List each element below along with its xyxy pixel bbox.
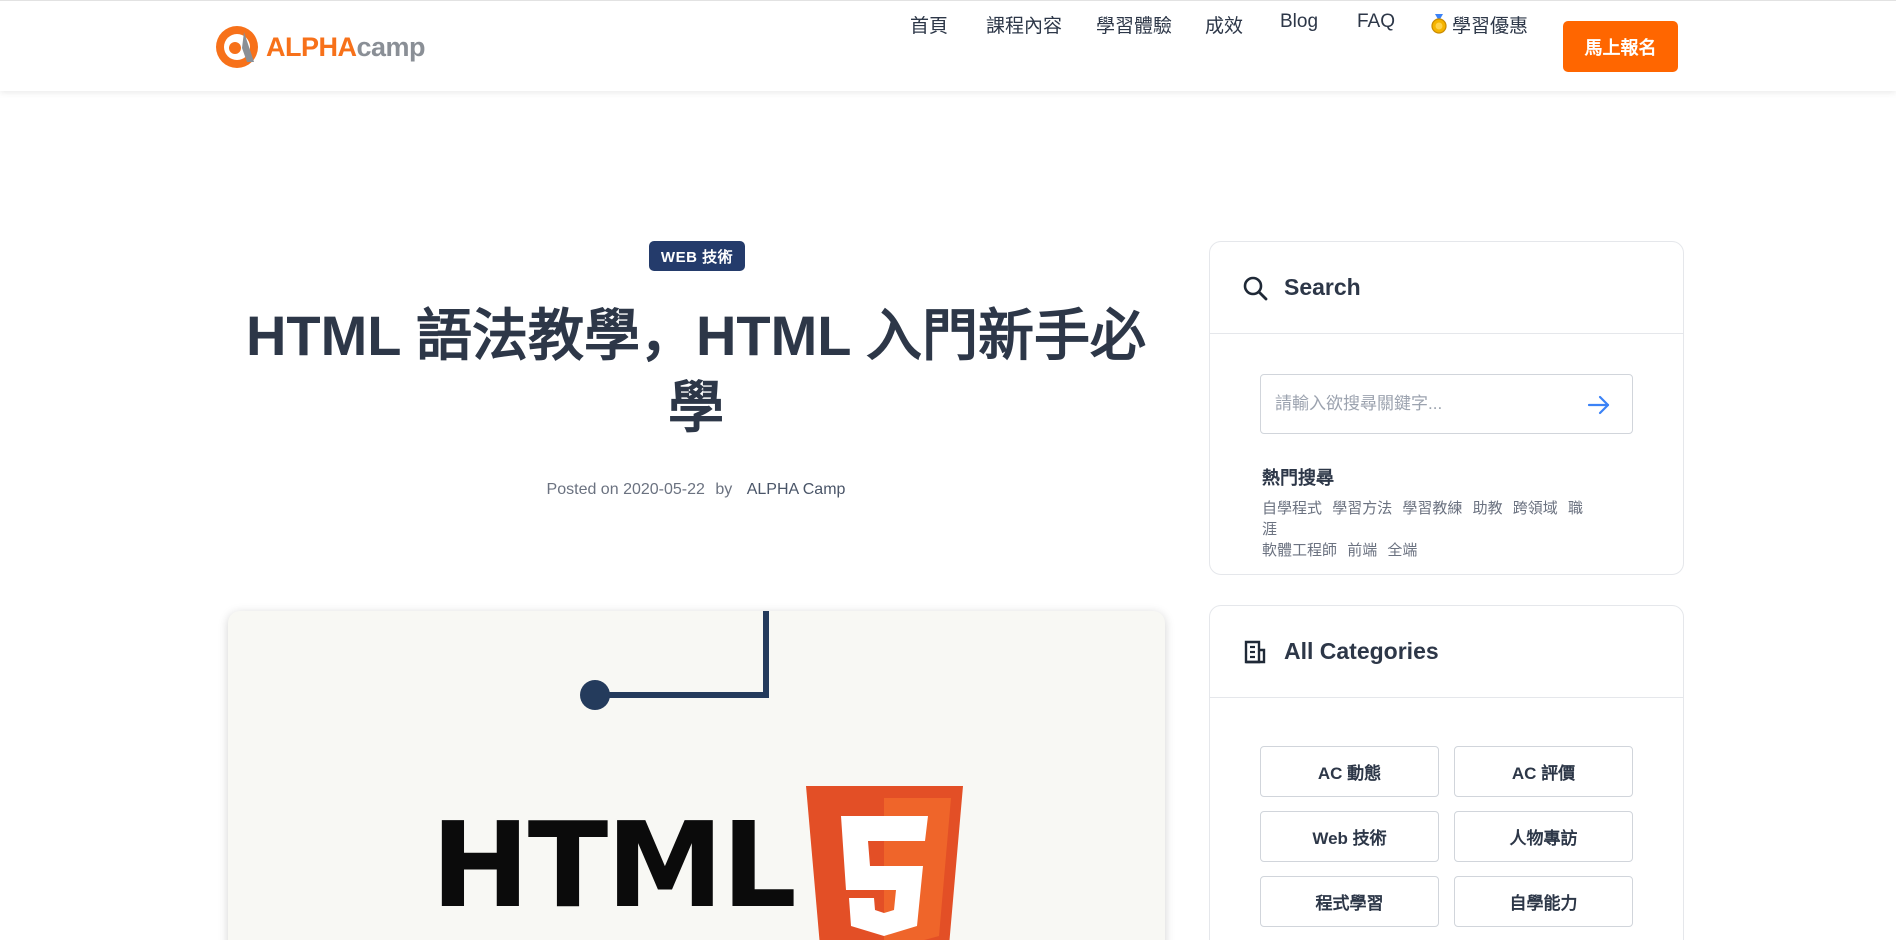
document-list-icon — [1244, 640, 1266, 663]
categories-card-header: All Categories — [1210, 606, 1683, 698]
logo-text: ALPHAcamp — [266, 31, 426, 62]
medal-icon — [1430, 14, 1448, 40]
hot-tag[interactable]: 自學程式 — [1262, 500, 1322, 517]
category-ac-news[interactable]: AC 動態 — [1260, 746, 1439, 797]
hot-tag[interactable]: 全端 — [1387, 542, 1417, 559]
search-icon — [1243, 276, 1268, 300]
category-ac-reviews[interactable]: AC 評價 — [1454, 746, 1633, 797]
categories-title: All Categories — [1284, 638, 1439, 664]
category-badge[interactable]: WEB 技術 — [649, 241, 745, 271]
logo-mark-icon — [214, 24, 260, 70]
post-date: 2020-05-22 — [623, 481, 705, 498]
nav-faq[interactable]: FAQ — [1357, 11, 1395, 33]
site-header: ALPHAcamp 首頁 課程內容 學習體驗 成效 Blog FAQ 學習優惠 … — [0, 0, 1896, 91]
post-meta: Posted on 2020-05-22 by ALPHA Camp — [440, 481, 952, 499]
categories-card: All Categories AC 動態 AC 評價 Web 技術 人物專訪 程… — [1209, 605, 1684, 940]
search-card: Search 熱門搜尋 自學程式 學習方法 學習教練 助教 跨領域 職涯 軟體工… — [1209, 241, 1684, 575]
hot-tag[interactable]: 助教 — [1473, 500, 1503, 517]
nav-home[interactable]: 首頁 — [910, 11, 948, 38]
search-field[interactable] — [1260, 374, 1633, 434]
article-title: HTML 語法教學，HTML 入門新手必學 — [245, 304, 1147, 439]
signup-button[interactable]: 馬上報名 — [1563, 21, 1678, 72]
html5-shield-icon — [806, 786, 963, 940]
hot-search-tags: 自學程式 學習方法 學習教練 助教 跨領域 職涯 軟體工程師 前端 全端 — [1262, 498, 1602, 561]
category-programming[interactable]: 程式學習 — [1260, 876, 1439, 927]
featured-image: HTML — [228, 611, 1165, 940]
hot-tag[interactable]: 前端 — [1347, 542, 1377, 559]
alphacamp-logo[interactable]: ALPHAcamp — [214, 24, 426, 70]
posted-prefix: Posted on — [546, 481, 619, 498]
category-interviews[interactable]: 人物專訪 — [1454, 811, 1633, 862]
nav-discount[interactable]: 學習優惠 — [1430, 11, 1528, 40]
by-label: by — [715, 481, 733, 498]
search-input[interactable] — [1275, 394, 1575, 414]
nav-experience[interactable]: 學習體驗 — [1096, 11, 1172, 38]
hot-search-title: 熱門搜尋 — [1262, 468, 1334, 488]
category-self-learning[interactable]: 自學能力 — [1454, 876, 1633, 927]
search-title: Search — [1284, 274, 1361, 300]
hot-tag[interactable]: 軟體工程師 — [1262, 542, 1337, 559]
hot-tag[interactable]: 跨領域 — [1513, 500, 1558, 517]
nav-discount-label: 學習優惠 — [1452, 16, 1529, 37]
nav-results[interactable]: 成效 — [1205, 11, 1243, 38]
arrow-right-icon[interactable] — [1586, 392, 1612, 418]
nav-courses[interactable]: 課程內容 — [986, 11, 1062, 38]
html-wordmark: HTML — [431, 796, 797, 934]
category-web-tech[interactable]: Web 技術 — [1260, 811, 1439, 862]
hot-tag[interactable]: 學習教練 — [1402, 500, 1462, 517]
hot-tag[interactable]: 學習方法 — [1332, 500, 1392, 517]
nav-blog[interactable]: Blog — [1280, 11, 1318, 33]
search-card-header: Search — [1210, 242, 1683, 334]
post-author[interactable]: ALPHA Camp — [747, 481, 846, 498]
